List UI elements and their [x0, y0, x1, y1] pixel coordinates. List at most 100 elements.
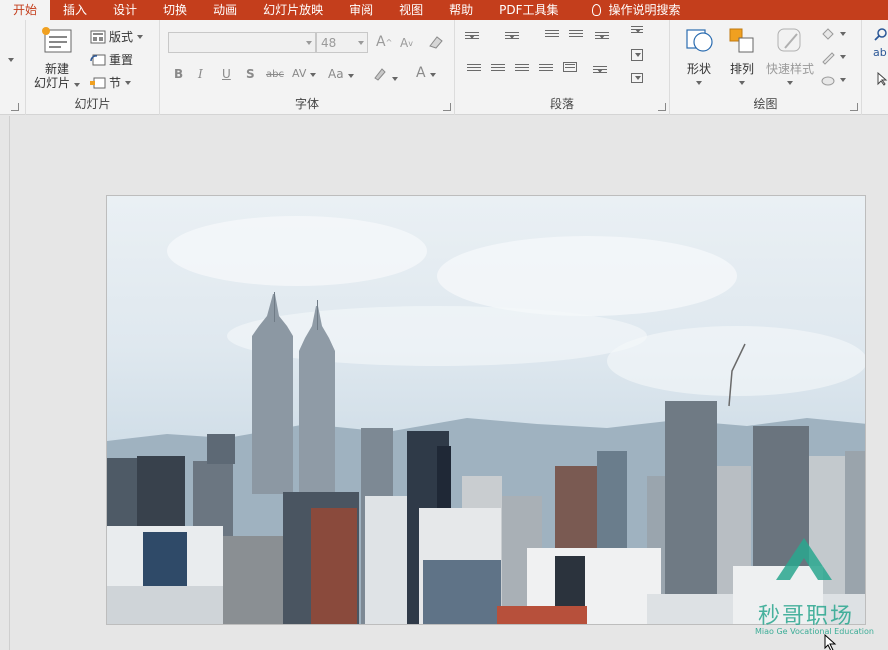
- tell-me-search[interactable]: 操作说明搜索: [572, 0, 694, 20]
- find-icon[interactable]: [874, 28, 888, 42]
- clipboard-caret-icon[interactable]: [8, 58, 14, 62]
- watermark: 秒哥职场 Miao Ge Vocational Education: [752, 538, 874, 640]
- drawing-group-label: 绘图: [753, 97, 778, 111]
- highlight-button[interactable]: [372, 67, 398, 84]
- mouse-cursor-icon: [824, 634, 837, 650]
- chevron-down-icon: [429, 73, 436, 77]
- highlighter-icon: [374, 68, 386, 81]
- section-button[interactable]: 节: [90, 74, 132, 91]
- thumbnail-pane[interactable]: [0, 116, 10, 650]
- increase-font-button[interactable]: A ^: [376, 34, 392, 50]
- eraser-icon: [429, 36, 443, 49]
- layout-icon: [90, 30, 106, 43]
- shape-outline-button[interactable]: [820, 49, 846, 65]
- shapes-button[interactable]: 形状: [682, 26, 716, 85]
- numbering-icon: [505, 32, 519, 42]
- chevron-down-icon: [310, 73, 317, 77]
- bullets-button[interactable]: [465, 32, 479, 39]
- new-slide-icon: [42, 27, 72, 53]
- numbering-button[interactable]: [505, 32, 519, 39]
- ribbon: 新建 幻灯片 版式 重置 节 幻灯片 48 A ^ Av B I U S abc…: [0, 20, 888, 115]
- city-skyline-photo: [107, 196, 865, 624]
- columns-button[interactable]: [593, 66, 607, 73]
- clipboard-group-fragment: [0, 20, 26, 115]
- paint-bucket-icon: [822, 28, 834, 40]
- change-case-button[interactable]: Aa: [328, 67, 354, 81]
- tab-view[interactable]: 视图: [386, 0, 436, 20]
- section-icon: [90, 77, 106, 88]
- line-spacing-icon: [595, 32, 609, 42]
- shape-effects-button[interactable]: [820, 72, 846, 88]
- chevron-down-icon: [347, 74, 354, 78]
- new-slide-line2: 幻灯片: [34, 76, 81, 90]
- editing-group-fragment: ab: [862, 20, 888, 115]
- watermark-english-text: Miao Ge Vocational Education: [755, 627, 874, 636]
- watermark-chinese-text: 秒哥职场: [758, 604, 855, 629]
- smartart-icon: [631, 73, 643, 83]
- tab-animations[interactable]: 动画: [200, 0, 250, 20]
- slide-canvas[interactable]: [106, 195, 866, 625]
- slides-group: 新建 幻灯片 版式 重置 节 幻灯片: [26, 20, 160, 115]
- skyline-buildings: [107, 292, 865, 624]
- text-direction-button[interactable]: [631, 26, 643, 33]
- shapes-icon: [686, 29, 713, 52]
- new-slide-button[interactable]: 新建 幻灯片: [34, 26, 81, 92]
- shape-fill-button[interactable]: [820, 26, 846, 42]
- line-spacing-button[interactable]: [595, 32, 609, 39]
- tab-slideshow[interactable]: 幻灯片放映: [250, 0, 336, 20]
- drawing-group: 形状 排列 快速样式 绘图: [670, 20, 862, 115]
- align-right-icon: [515, 64, 529, 74]
- chevron-down-icon: [739, 81, 745, 85]
- watermark-logo-icon: [776, 538, 832, 580]
- chevron-down-icon: [358, 41, 364, 45]
- paragraph-launcher-icon[interactable]: [658, 103, 666, 111]
- font-group: 48 A ^ Av B I U S abc AV Aa A 字体: [160, 20, 455, 115]
- text-shadow-button[interactable]: S: [246, 67, 255, 81]
- quick-styles-button[interactable]: 快速样式: [764, 26, 816, 85]
- chevron-down-icon: [787, 81, 793, 85]
- increase-indent-icon: [569, 30, 583, 40]
- bold-button[interactable]: B: [174, 67, 183, 81]
- tab-home[interactable]: 开始: [0, 0, 51, 20]
- select-cursor-icon[interactable]: [876, 72, 888, 86]
- slides-group-label: 幻灯片: [74, 97, 111, 111]
- quick-styles-icon: [777, 28, 801, 52]
- underline-button[interactable]: U: [222, 67, 231, 81]
- chevron-down-icon: [696, 81, 702, 85]
- tab-pdf-tools[interactable]: PDF工具集: [486, 0, 571, 20]
- ribbon-tab-bar: 开始 插入 设计 切换 动画 幻灯片放映 审阅 视图 帮助 PDF工具集 操作说…: [0, 0, 888, 20]
- chevron-down-icon: [137, 34, 144, 39]
- font-color-button[interactable]: A: [416, 65, 436, 81]
- strikethrough-button[interactable]: abc: [266, 69, 284, 80]
- clear-formatting-button[interactable]: [428, 34, 444, 50]
- tab-design[interactable]: 设计: [100, 0, 150, 20]
- font-launcher-icon[interactable]: [443, 103, 451, 111]
- distributed-icon: [563, 62, 577, 72]
- decrease-font-button[interactable]: Av: [400, 36, 413, 50]
- smartart-button[interactable]: [631, 73, 643, 83]
- chevron-down-icon: [840, 32, 846, 36]
- chevron-down-icon: [306, 41, 312, 45]
- replace-button[interactable]: ab: [873, 47, 887, 58]
- font-size-combo[interactable]: 48: [316, 32, 368, 53]
- clipboard-launcher-icon[interactable]: [11, 103, 19, 111]
- drawing-launcher-icon[interactable]: [850, 103, 858, 111]
- align-center-icon: [491, 64, 505, 74]
- layout-button[interactable]: 版式: [90, 28, 144, 45]
- italic-button[interactable]: I: [198, 67, 203, 81]
- font-name-combo[interactable]: [168, 32, 316, 53]
- chevron-down-icon: [125, 80, 132, 85]
- arrange-icon: [729, 28, 754, 53]
- pen-icon: [822, 52, 835, 65]
- character-spacing-button[interactable]: AV: [292, 67, 317, 80]
- align-text-button[interactable]: [631, 49, 643, 61]
- tab-transitions[interactable]: 切换: [150, 0, 200, 20]
- tab-review[interactable]: 审阅: [336, 0, 386, 20]
- tab-insert[interactable]: 插入: [50, 0, 100, 20]
- font-group-label: 字体: [294, 97, 319, 111]
- reset-button[interactable]: 重置: [90, 51, 133, 68]
- chevron-down-icon: [840, 78, 846, 82]
- lightbulb-icon: [591, 4, 601, 16]
- tab-help[interactable]: 帮助: [436, 0, 486, 20]
- arrange-button[interactable]: 排列: [726, 26, 758, 85]
